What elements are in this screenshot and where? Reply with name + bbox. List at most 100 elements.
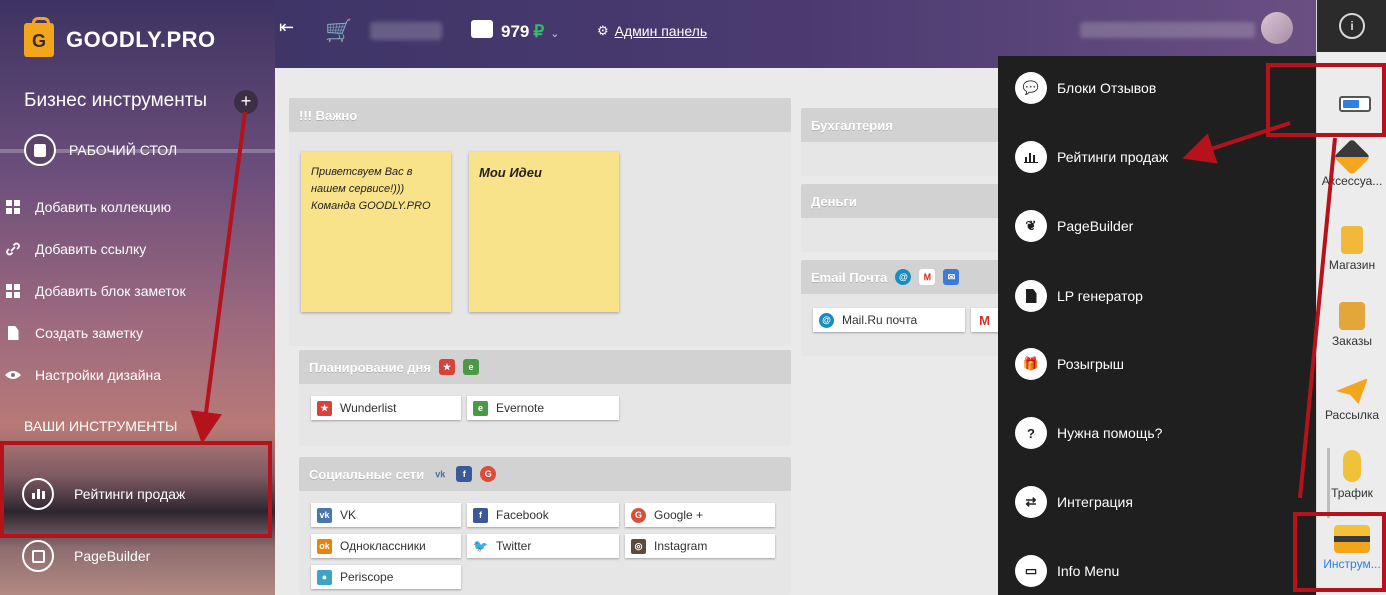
swap-icon: ⇄ — [1015, 486, 1047, 518]
sidebar-item-add-collection[interactable]: Добавить коллекцию — [5, 196, 171, 218]
panel-title: Бухгалтерия — [801, 108, 1001, 142]
chip-label: Facebook — [496, 508, 549, 522]
chip-label: Evernote — [496, 401, 545, 415]
sidebar-item-label: Добавить коллекцию — [35, 199, 172, 215]
tool-chip-evernote[interactable]: e Evernote — [467, 396, 619, 420]
sidebar-item-label: Добавить блок заметок — [35, 283, 186, 299]
rightbar-item-accessories[interactable]: Аксессуа... — [1317, 138, 1386, 188]
wunderlist-icon: ★ — [438, 359, 455, 375]
twitter-icon: 🐦 — [473, 539, 488, 553]
dropdown-item-label: Блоки Отзывов — [1057, 80, 1157, 96]
panel-title-text: Планирование дня — [309, 359, 431, 375]
admin-panel-link[interactable]: ⚙ Админ панель — [597, 23, 707, 39]
sidebar-tool-label: PageBuilder — [74, 548, 151, 564]
sidebar-item-add-link[interactable]: Добавить ссылку — [5, 238, 146, 260]
dropdown-item-lp-generator[interactable]: LP генератор — [1015, 280, 1143, 312]
panel-accounting: Бухгалтерия — [801, 108, 1001, 176]
dropdown-item-pagebuilder[interactable]: ❦ PageBuilder — [1015, 210, 1133, 242]
gear-icon: ⚙ — [597, 23, 609, 38]
panel-title-text: Email Почта — [811, 269, 888, 285]
logo-text: GOODLY.PRO — [66, 27, 216, 52]
cart-icon[interactable]: 🛒 — [325, 18, 352, 44]
dropdown-item-help[interactable]: ? Нужна помощь? — [1015, 417, 1162, 449]
instagram-icon: ◎ — [631, 538, 646, 554]
desktop-link[interactable]: РАБОЧИЙ СТОЛ — [24, 134, 177, 166]
sticky-note[interactable]: Приветсвуем Вас в нашем сервисе!))) Кома… — [301, 152, 451, 312]
dropdown-item-giveaway[interactable]: 🎁 Розыгрыш — [1015, 348, 1124, 380]
sidebar-item-design-settings[interactable]: Настройки дизайна — [5, 364, 161, 386]
username-blurred[interactable] — [370, 22, 442, 40]
tool-chip-instagram[interactable]: ◎ Instagram — [625, 534, 775, 558]
bag-icon — [24, 134, 56, 166]
panel-title: !!! Важно — [289, 98, 791, 132]
dropdown-item-label: PageBuilder — [1057, 218, 1134, 234]
balance-display[interactable]: 979 ₽ ⌄ — [501, 22, 559, 42]
avatar[interactable] — [1261, 12, 1293, 44]
tool-chip-google-plus[interactable]: G Google + — [625, 503, 775, 527]
info-header: i — [1317, 0, 1386, 52]
tool-chip-twitter[interactable]: 🐦 Twitter — [467, 534, 619, 558]
evernote-icon: e — [462, 359, 479, 375]
sidebar-item-add-notes-block[interactable]: Добавить блок заметок — [5, 280, 186, 302]
grid-icon — [5, 199, 21, 215]
tool-chip-periscope[interactable]: ● Periscope — [311, 565, 461, 589]
info-icon[interactable]: i — [1339, 13, 1365, 39]
facebook-icon: f — [456, 466, 473, 482]
document-icon — [1015, 280, 1047, 312]
chip-label: Periscope — [340, 570, 394, 584]
panel-title: Деньги — [801, 184, 1001, 218]
evernote-icon: e — [473, 400, 488, 416]
dropdown-item-label: Нужна помощь? — [1057, 425, 1163, 441]
panel-title: Email Почта @ M ✉ — [801, 260, 1001, 294]
window-icon: ▭ — [1015, 555, 1047, 587]
wallet-icon — [471, 20, 493, 38]
grid-icon — [5, 283, 21, 299]
scrollbar[interactable] — [1327, 448, 1330, 518]
tool-chip-facebook[interactable]: f Facebook — [467, 503, 619, 527]
chip-label: VK — [340, 508, 357, 522]
eye-icon — [5, 367, 21, 383]
sidebar-item-label: Добавить ссылку — [35, 241, 147, 257]
dropdown-item-info-menu[interactable]: ▭ Info Menu — [1015, 555, 1119, 587]
admin-panel-label: Админ панель — [614, 23, 708, 39]
paper-plane-icon — [1336, 378, 1368, 404]
tool-chip-gmail[interactable]: M — [971, 308, 1001, 332]
shopping-bag-icon — [1341, 226, 1363, 254]
facebook-icon: f — [473, 507, 488, 523]
sticky-note[interactable]: Мои Идеи — [469, 152, 619, 312]
rightbar-item-orders[interactable]: Заказы — [1317, 302, 1386, 348]
tool-chip-mailru[interactable]: @ Mail.Ru почта — [813, 308, 965, 332]
vk-icon: vk — [435, 469, 446, 479]
tool-chip-wunderlist[interactable]: ★ Wunderlist — [311, 396, 461, 420]
mouse-icon — [1343, 450, 1361, 482]
dropdown-item-reviews[interactable]: 💬 Блоки Отзывов — [1015, 72, 1156, 104]
google-plus-icon: G — [631, 507, 646, 523]
rightbar-item-shop[interactable]: Магазин — [1317, 226, 1386, 272]
collapse-sidebar-icon[interactable]: ⇤ — [279, 17, 294, 38]
accessories-icon — [1333, 138, 1371, 176]
panel-important: !!! Важно Приветсвуем Вас в нашем сервис… — [289, 98, 791, 346]
admin-id-blurred — [1080, 22, 1255, 38]
google-plus-icon: G — [480, 466, 497, 482]
dropdown-item-integration[interactable]: ⇄ Интеграция — [1015, 486, 1133, 518]
sidebar-title: Бизнес инструменты — [24, 90, 208, 111]
dropdown-item-sales-ratings[interactable]: Рейтинги продаж — [1015, 141, 1168, 173]
logo[interactable]: G GOODLY.PRO — [24, 17, 216, 58]
tool-chip-vk[interactable]: vk VK — [311, 503, 461, 527]
sidebar-tool-pagebuilder[interactable]: PageBuilder — [22, 540, 150, 572]
rightbar-item-label: Рассылка — [1324, 408, 1380, 422]
gmail-icon: M — [977, 312, 992, 328]
panel-title: Планирование дня ★ e — [299, 350, 791, 384]
layout-icon — [22, 540, 54, 572]
balance-value: 979 — [501, 22, 530, 41]
chip-label: Mail.Ru почта — [842, 313, 918, 327]
link-icon — [5, 241, 21, 257]
mailru-icon: @ — [819, 312, 834, 328]
sidebar-item-create-note[interactable]: Создать заметку — [5, 322, 143, 344]
tool-chip-odnoklassniki[interactable]: ok Одноклассники — [311, 534, 461, 558]
add-tool-button[interactable]: + — [234, 90, 258, 114]
mailru-icon: @ — [895, 269, 912, 285]
highlight-box-tools — [1293, 512, 1386, 592]
highlight-box-sidebar-tool — [0, 441, 272, 538]
rightbar-item-mailing[interactable]: Рассылка — [1317, 378, 1386, 422]
